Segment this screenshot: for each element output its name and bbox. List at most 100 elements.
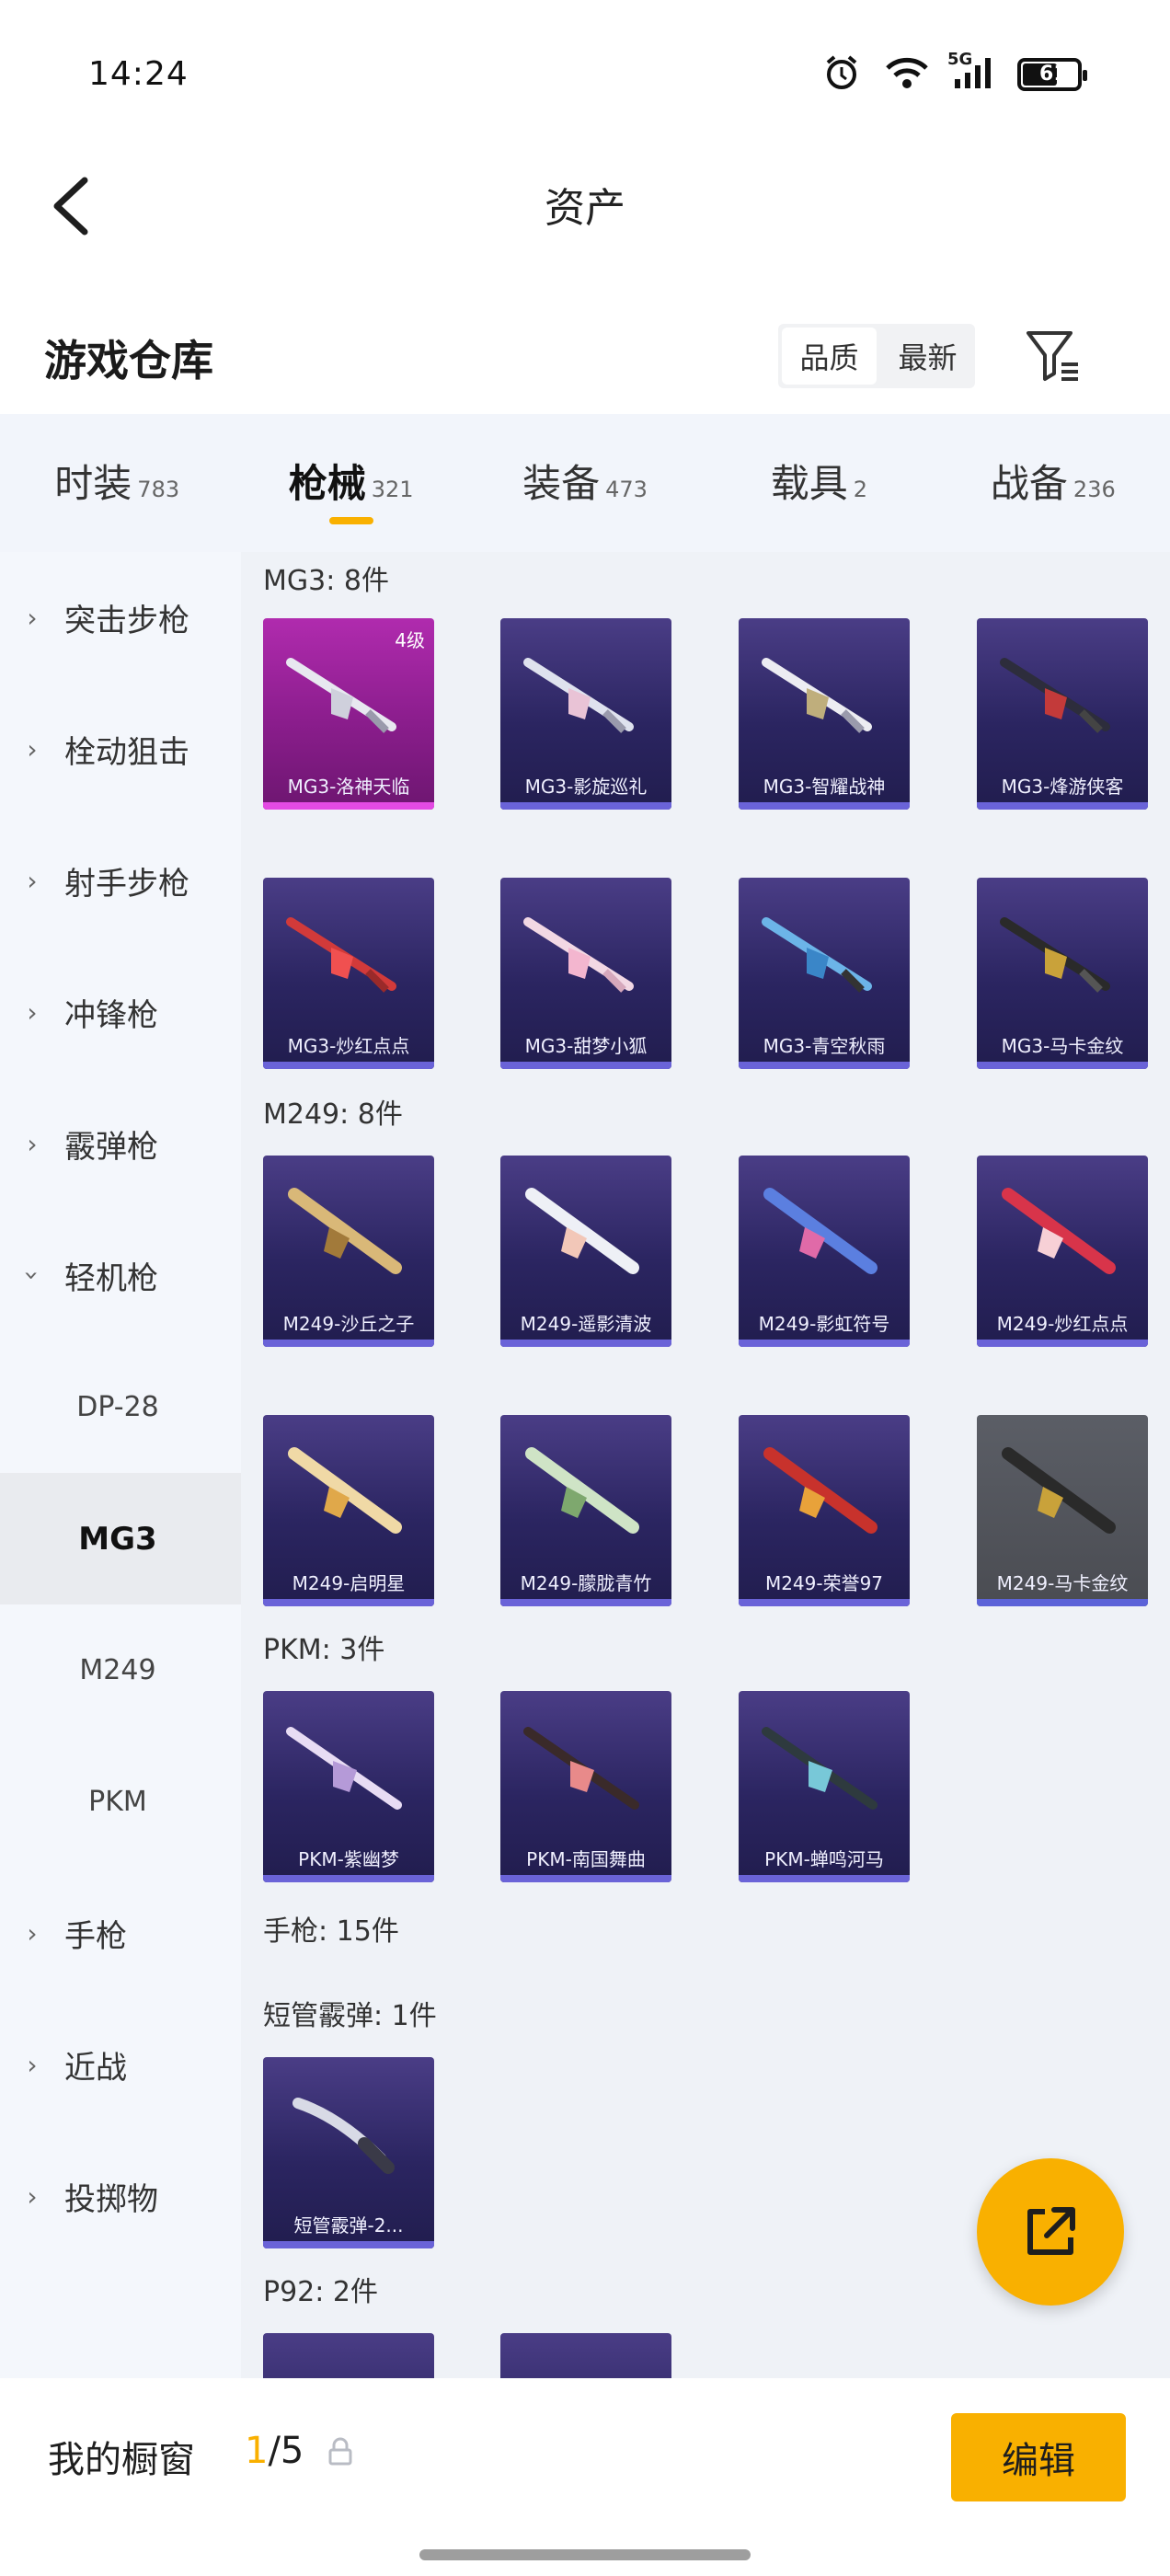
sidebar-item-smg[interactable]: › 冲锋枪: [0, 947, 241, 1078]
weapon-card[interactable]: MG3-青空秋雨: [739, 878, 910, 1069]
weapon-card[interactable]: M249-影虹符号: [739, 1156, 910, 1347]
sidebar-item-assault-rifle[interactable]: › 突击步枪: [0, 552, 241, 684]
chevron-right-icon: ›: [27, 997, 38, 1028]
network-label: 5G: [947, 50, 973, 69]
tab-vehicles[interactable]: 载具 2: [702, 414, 935, 552]
weapon-card[interactable]: M249-荣誉97: [739, 1415, 910, 1606]
section-title-pkm: PKM: 3件: [263, 1634, 385, 1666]
weapon-card[interactable]: M249-遥影清波: [500, 1156, 671, 1347]
gun-icon: [763, 1447, 878, 1534]
gun-icon: [1000, 917, 1110, 993]
weapon-card[interactable]: 4级 MG3-洛神天临: [263, 618, 434, 810]
alarm-icon: [822, 53, 861, 96]
weapon-card[interactable]: [500, 2333, 671, 2378]
sidebar-item-shotgun[interactable]: › 霰弹枪: [0, 1078, 241, 1210]
weapon-card[interactable]: M249-炒红点点: [977, 1156, 1148, 1347]
weapon-name: MG3-烽游侠客: [1001, 776, 1124, 798]
weapon-card[interactable]: M249-朦胧青竹: [500, 1415, 671, 1606]
sidebar-item-pistol[interactable]: › 手枪: [0, 1868, 241, 1999]
weapon-card[interactable]: MG3-智耀战神: [739, 618, 910, 810]
weapon-card[interactable]: MG3-影旋巡礼: [500, 618, 671, 810]
weapon-grid: MG3: 8件 4级 MG3-洛神天临 MG3-影旋巡礼 MG3-智耀战神 MG…: [241, 552, 1170, 2378]
weapon-card[interactable]: MG3-烽游侠客: [977, 618, 1148, 810]
tab-count: 473: [605, 477, 648, 502]
tab-supplies[interactable]: 战备 236: [936, 414, 1170, 552]
gun-icon: [1002, 1188, 1116, 1274]
weapon-name: M249-遥影清波: [520, 1313, 652, 1335]
weapon-card[interactable]: M249-启明星: [263, 1415, 434, 1606]
weapon-card[interactable]: M249-马卡金纹: [977, 1415, 1148, 1606]
warehouse-title: 游戏仓库: [44, 336, 213, 385]
share-button[interactable]: [977, 2158, 1124, 2306]
filter-button[interactable]: [1021, 324, 1085, 388]
sidebar-item-label: 栓动狙击: [64, 734, 189, 771]
tab-fashion[interactable]: 时装 783: [0, 414, 234, 552]
weapon-card[interactable]: PKM-蝉鸣河马: [739, 1691, 910, 1882]
weapon-card[interactable]: MG3-马卡金纹: [977, 878, 1148, 1069]
weapon-card[interactable]: 短管霰弹-2...: [263, 2057, 434, 2248]
category-sidebar: › 突击步枪 › 栓动狙击 › 射手步枪 › 冲锋枪 › 霰弹枪 › 轻机枪 DP-28 M…: [0, 552, 241, 2378]
tab-count: 783: [137, 477, 180, 502]
weapon-card[interactable]: MG3-炒红点点: [263, 878, 434, 1069]
weapon-name: MG3-智耀战神: [763, 776, 886, 798]
share-icon: [1027, 2207, 1075, 2255]
weapon-name: MG3-马卡金纹: [1001, 1035, 1124, 1057]
status-time: 14:24: [88, 55, 189, 93]
sidebar-subitem-m249[interactable]: M249: [0, 1604, 241, 1736]
sidebar-item-marksman-rifle[interactable]: › 射手步枪: [0, 815, 241, 947]
sidebar-subitem-pkm[interactable]: PKM: [0, 1736, 241, 1868]
sidebar-item-label: 手枪: [64, 1918, 127, 1955]
gun-icon: [523, 1727, 639, 1810]
sidebar-item-label: 轻机枪: [64, 1260, 158, 1297]
chevron-right-icon: ›: [27, 2181, 38, 2212]
sort-toggle: 品质 最新: [778, 324, 975, 388]
tab-count: 321: [371, 477, 414, 502]
gun-icon: [525, 1188, 639, 1274]
sidebar-item-label: 突击步枪: [64, 603, 189, 639]
gun-icon: [525, 1447, 639, 1534]
home-indicator[interactable]: [419, 2549, 751, 2560]
status-icons: 5G 61: [822, 50, 1087, 96]
weapon-card[interactable]: PKM-南国舞曲: [500, 1691, 671, 1882]
tab-label: 战备: [990, 461, 1068, 506]
section-title-sawed-off: 短管霰弹: 1件: [263, 2000, 437, 2032]
gun-icon: [763, 1188, 878, 1274]
sidebar-subitem-dp28[interactable]: DP-28: [0, 1341, 241, 1473]
section-title-p92: P92: 2件: [263, 2276, 378, 2308]
weapon-name: PKM-南国舞曲: [526, 1848, 646, 1870]
sidebar-item-bolt-sniper[interactable]: › 栓动狙击: [0, 684, 241, 815]
sidebar-item-throwable[interactable]: › 投掷物: [0, 2131, 241, 2262]
weapon-card[interactable]: [263, 2333, 434, 2378]
page-title: 资产: [545, 185, 625, 232]
sort-quality-button[interactable]: 品质: [782, 328, 877, 385]
edit-button[interactable]: 编辑: [951, 2413, 1126, 2501]
weapon-name: M249-影虹符号: [758, 1313, 890, 1335]
chevron-right-icon: ›: [27, 603, 38, 633]
gun-icon: [762, 917, 872, 993]
weapon-card[interactable]: PKM-紫幽梦: [263, 1691, 434, 1882]
gun-icon: [288, 1188, 402, 1274]
battery-percent: 61: [1039, 63, 1068, 86]
weapon-name: M249-马卡金纹: [996, 1572, 1129, 1594]
showcase-count: 1/5: [245, 2430, 304, 2472]
weapon-name: M249-启明星: [292, 1572, 406, 1594]
weapon-card[interactable]: M249-沙丘之子: [263, 1156, 434, 1347]
chevron-right-icon: ›: [27, 2050, 38, 2080]
sidebar-item-label: 射手步枪: [64, 866, 189, 903]
weapon-name: 短管霰弹-2...: [293, 2214, 404, 2237]
section-title-pistol: 手枪: 15件: [263, 1915, 399, 1948]
weapon-name: MG3-洛神天临: [287, 776, 410, 798]
showcase-current: 1: [245, 2430, 269, 2472]
gun-icon: [762, 1727, 878, 1810]
gun-icon: [286, 658, 396, 733]
tab-equipment[interactable]: 装备 473: [468, 414, 702, 552]
sidebar-item-label: 冲锋枪: [64, 997, 158, 1034]
weapon-card[interactable]: MG3-甜梦小狐: [500, 878, 671, 1069]
tab-guns[interactable]: 枪械 321: [234, 414, 467, 552]
sidebar-item-lmg[interactable]: › 轻机枪: [0, 1210, 241, 1341]
sidebar-subitem-mg3[interactable]: MG3: [0, 1473, 241, 1604]
wifi-icon: [885, 55, 929, 94]
sort-latest-button[interactable]: 最新: [880, 324, 975, 388]
sidebar-item-melee[interactable]: › 近战: [0, 1999, 241, 2131]
chevron-right-icon: ›: [27, 866, 38, 896]
